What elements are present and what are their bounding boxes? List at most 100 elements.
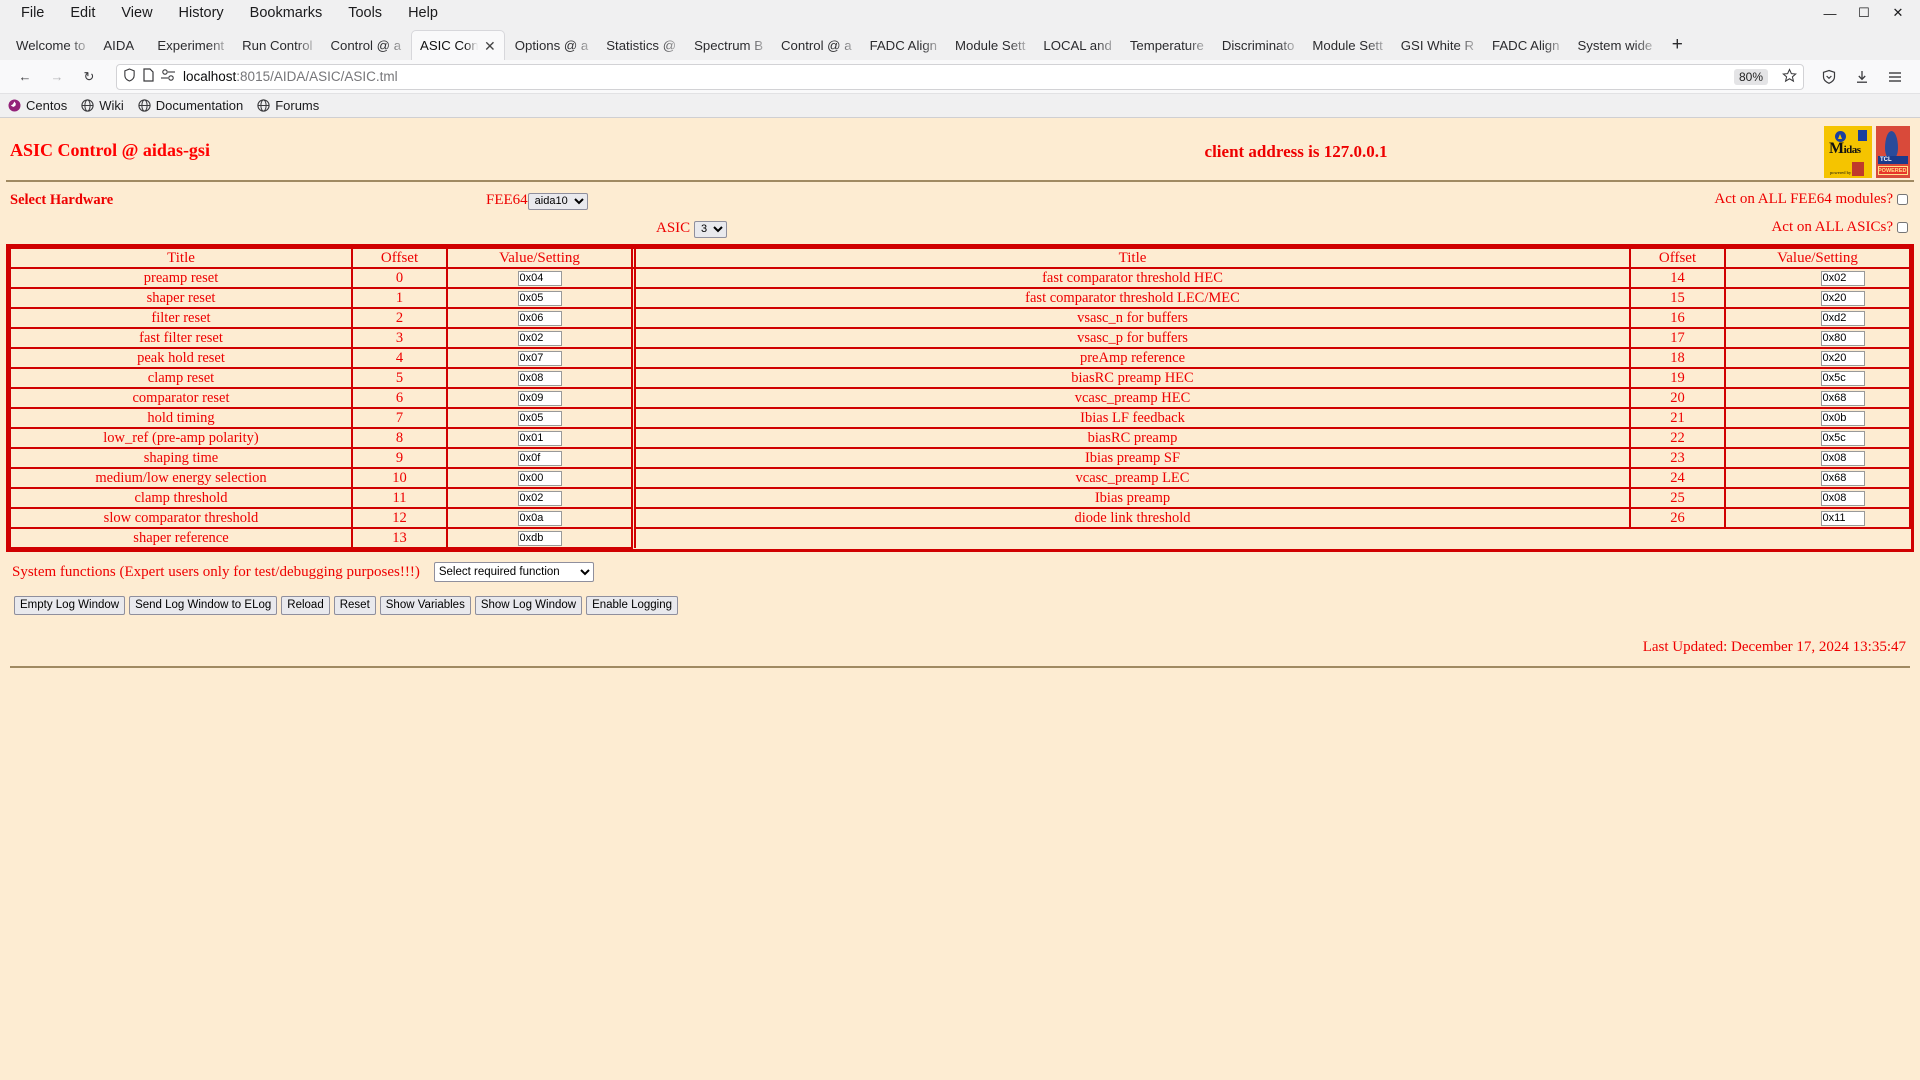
browser-tab-18[interactable]: System wide	[1569, 30, 1660, 60]
register-value-input-right[interactable]	[1820, 370, 1865, 386]
browser-tab-1[interactable]: AIDA	[95, 30, 147, 60]
register-value-input-right[interactable]	[1820, 270, 1865, 286]
browser-tab-10[interactable]: FADC Align	[862, 30, 945, 60]
menu-item-bookmarks[interactable]: Bookmarks	[237, 2, 336, 24]
reload-button[interactable]: ↻	[74, 63, 104, 91]
reload-button[interactable]: Reload	[281, 596, 330, 615]
register-value-input-left[interactable]	[517, 450, 562, 466]
menu-item-history[interactable]: History	[166, 2, 237, 24]
hamburger-menu-icon[interactable]	[1880, 63, 1910, 91]
downloads-icon[interactable]	[1847, 63, 1877, 91]
register-offset-left: 11	[351, 487, 448, 509]
minimize-icon[interactable]: —	[1814, 1, 1846, 25]
bookmark-item[interactable]: Wiki	[81, 98, 124, 113]
empty-log-window-button[interactable]: Empty Log Window	[14, 596, 126, 615]
asic-select[interactable]: 0123	[693, 220, 727, 238]
forward-button[interactable]: →	[42, 63, 72, 91]
reset-button[interactable]: Reset	[333, 596, 376, 615]
browser-tab-15[interactable]: Module Sett	[1304, 30, 1390, 60]
bookmark-item[interactable]: Documentation	[138, 98, 243, 113]
register-value-input-left[interactable]	[517, 410, 562, 426]
browser-tab-4[interactable]: Control @ a	[322, 30, 409, 60]
system-functions-row: System functions (Expert users only for …	[12, 562, 1914, 582]
fee64-select[interactable]: aida10	[527, 192, 588, 210]
system-function-select[interactable]: Select required function	[433, 562, 594, 582]
menu-item-file[interactable]: File	[8, 2, 57, 24]
register-offset-left: 9	[351, 447, 448, 469]
register-value-input-right[interactable]	[1820, 310, 1865, 326]
register-title-left: filter reset	[9, 307, 353, 329]
register-value-input-left[interactable]	[517, 510, 562, 526]
act-all-fee64-checkbox[interactable]	[1897, 194, 1908, 205]
show-variables-button[interactable]: Show Variables	[379, 596, 471, 615]
register-value-input-left[interactable]	[517, 530, 562, 546]
register-value-input-right[interactable]	[1820, 430, 1865, 446]
register-value-input-left[interactable]	[517, 370, 562, 386]
register-value-input-left[interactable]	[517, 430, 562, 446]
asic-registers-table-wrap: Title Offset Value/Setting Title Offset …	[6, 244, 1914, 552]
browser-tab-17[interactable]: FADC Align	[1484, 30, 1567, 60]
register-value-input-right[interactable]	[1820, 490, 1865, 506]
register-value-input-left[interactable]	[517, 330, 562, 346]
register-value-input-right[interactable]	[1820, 390, 1865, 406]
browser-tab-13[interactable]: Temperature	[1122, 30, 1212, 60]
show-log-window-button[interactable]: Show Log Window	[474, 596, 583, 615]
register-value-input-right[interactable]	[1820, 510, 1865, 526]
browser-tab-6[interactable]: Options @ a	[507, 30, 597, 60]
browser-tab-active[interactable]: ASIC Contr ✕	[411, 30, 505, 60]
close-tab-icon[interactable]: ✕	[484, 39, 496, 53]
url-text[interactable]: localhost:8015/AIDA/ASIC/ASIC.tml	[183, 69, 1727, 84]
permissions-icon[interactable]	[161, 69, 176, 84]
browser-tab-2[interactable]: Experiment	[149, 30, 232, 60]
register-value-input-right[interactable]	[1820, 450, 1865, 466]
bookmark-item[interactable]: Forums	[257, 98, 319, 113]
menu-item-help[interactable]: Help	[395, 2, 451, 24]
register-value-input-right[interactable]	[1820, 470, 1865, 486]
globe-icon	[257, 99, 270, 112]
register-value-input-left[interactable]	[517, 390, 562, 406]
browser-tab-9[interactable]: Control @ a	[773, 30, 860, 60]
menu-item-edit[interactable]: Edit	[57, 2, 108, 24]
register-value-input-left-cell	[446, 507, 633, 529]
register-value-input-right[interactable]	[1820, 350, 1865, 366]
register-value-input-left[interactable]	[517, 490, 562, 506]
new-tab-button[interactable]: +	[1662, 30, 1692, 60]
register-title-right: Ibias preamp SF	[634, 447, 1631, 469]
menu-item-view[interactable]: View	[108, 2, 165, 24]
register-value-input-left[interactable]	[517, 310, 562, 326]
url-path: :8015/AIDA/ASIC/ASIC.tml	[236, 69, 398, 84]
menu-item-tools[interactable]: Tools	[335, 2, 395, 24]
browser-tab-14[interactable]: Discriminato	[1214, 30, 1303, 60]
register-offset-right: 22	[1629, 427, 1726, 449]
browser-tab-3[interactable]: Run Control	[234, 30, 320, 60]
send-log-window-to-elog-button[interactable]: Send Log Window to ELog	[129, 596, 278, 615]
register-value-input-right[interactable]	[1820, 330, 1865, 346]
account-shield-icon[interactable]	[1814, 63, 1844, 91]
zoom-level-badge[interactable]: 80%	[1733, 68, 1768, 85]
url-bar[interactable]: localhost:8015/AIDA/ASIC/ASIC.tml 80%	[116, 63, 1804, 90]
browser-tab-16[interactable]: GSI White R	[1393, 30, 1482, 60]
register-value-input-right[interactable]	[1820, 410, 1865, 426]
act-all-asics-checkbox[interactable]	[1897, 222, 1908, 233]
bookmarks-bar: Centos Wiki Documentation Forums	[0, 94, 1920, 118]
browser-tab-11[interactable]: Module Sett	[947, 30, 1033, 60]
register-value-input-right-cell	[1724, 367, 1911, 389]
register-value-input-left-cell	[446, 527, 633, 549]
back-button[interactable]: ←	[10, 63, 40, 91]
register-value-input-left[interactable]	[517, 470, 562, 486]
browser-tab-8[interactable]: Spectrum B	[686, 30, 771, 60]
close-window-icon[interactable]: ✕	[1882, 1, 1914, 25]
maximize-icon[interactable]: ☐	[1848, 1, 1880, 25]
browser-tab-12[interactable]: LOCAL and	[1035, 30, 1119, 60]
browser-tab-0[interactable]: Welcome to	[8, 30, 93, 60]
bookmark-item[interactable]: Centos	[8, 98, 67, 113]
register-value-input-left[interactable]	[517, 270, 562, 286]
register-value-input-left[interactable]	[517, 350, 562, 366]
enable-logging-button[interactable]: Enable Logging	[586, 596, 679, 615]
col-header-value-right: Value/Setting	[1724, 247, 1911, 269]
browser-tab-7[interactable]: Statistics @	[598, 30, 684, 60]
register-value-input-right[interactable]	[1820, 290, 1865, 306]
register-value-input-left[interactable]	[517, 290, 562, 306]
bookmark-star-icon[interactable]	[1782, 67, 1797, 86]
register-title-left: preamp reset	[9, 267, 353, 289]
